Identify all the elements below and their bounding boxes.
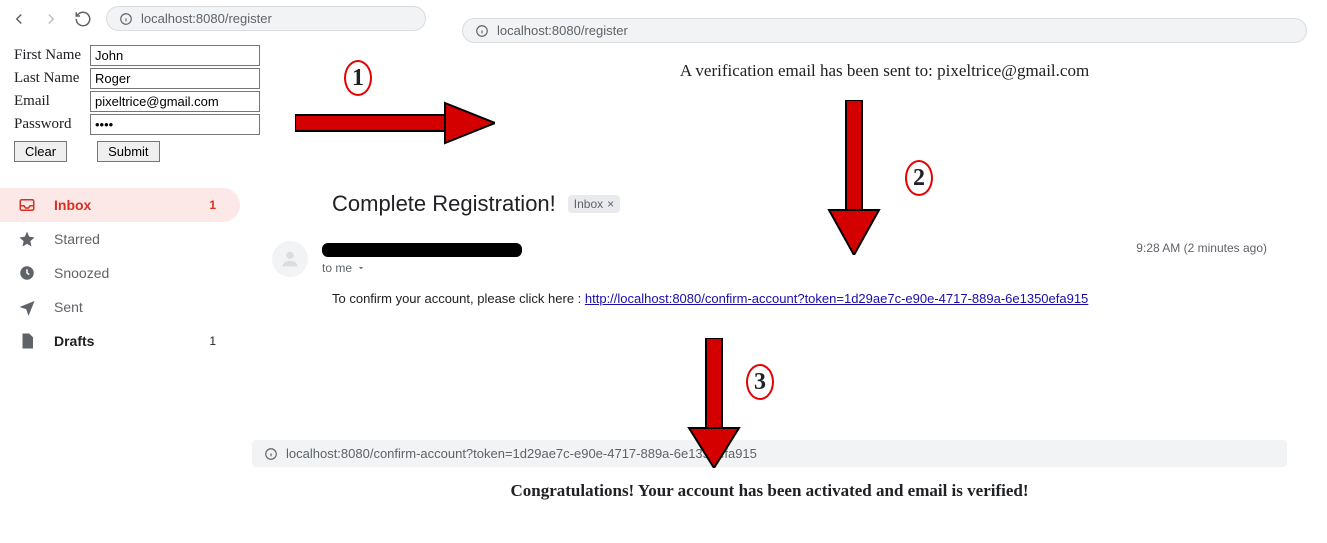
password-input[interactable] (90, 114, 260, 135)
first-name-label: First Name (14, 47, 90, 64)
last-name-input[interactable] (90, 68, 260, 89)
sidebar-item-label: Starred (54, 231, 100, 247)
star-icon (18, 230, 36, 248)
sidebar-item-label: Sent (54, 299, 83, 315)
clock-icon (18, 264, 36, 282)
drafts-count: 1 (209, 334, 216, 348)
forward-button[interactable] (42, 10, 60, 28)
sidebar-item-sent[interactable]: Sent (0, 290, 240, 324)
chevron-down-icon[interactable] (356, 263, 366, 273)
sidebar-item-label: Snoozed (54, 265, 109, 281)
url-bar-right[interactable]: localhost:8080/register (462, 18, 1307, 43)
info-icon (475, 24, 489, 38)
close-icon[interactable]: × (607, 197, 614, 211)
timestamp: 9:28 AM (2 minutes ago) (1136, 241, 1267, 255)
info-icon (119, 12, 133, 26)
email-subject: Complete Registration! (332, 191, 556, 217)
password-label: Password (14, 116, 90, 133)
email-body-text: To confirm your account, please click he… (332, 291, 1307, 306)
to-line: to me (322, 261, 352, 275)
sidebar-item-label: Inbox (54, 197, 91, 213)
sidebar-item-label: Drafts (54, 333, 94, 349)
url-text: localhost:8080/register (497, 23, 628, 38)
congrats-message: Congratulations! Your account has been a… (252, 481, 1287, 501)
clear-button[interactable]: Clear (14, 141, 67, 162)
send-icon (18, 298, 36, 316)
gmail-sidebar: Inbox 1 Starred Snoozed Sent Drafts (0, 188, 240, 358)
inbox-count: 1 (209, 198, 216, 212)
inbox-chip[interactable]: Inbox × (568, 195, 620, 213)
email-input[interactable] (90, 91, 260, 112)
submit-button[interactable]: Submit (97, 141, 159, 162)
info-icon (264, 447, 278, 461)
url-text: localhost:8080/register (141, 11, 272, 26)
refresh-icon (74, 10, 92, 28)
last-name-label: Last Name (14, 70, 90, 87)
inbox-icon (18, 196, 36, 214)
sidebar-item-starred[interactable]: Starred (0, 222, 240, 256)
verify-message: A verification email has been sent to: p… (462, 61, 1307, 81)
file-icon (18, 332, 36, 350)
sidebar-item-snoozed[interactable]: Snoozed (0, 256, 240, 290)
annotation-3: 3 (746, 364, 774, 400)
email-label: Email (14, 93, 90, 110)
url-bar-bottom[interactable]: localhost:8080/confirm-account?token=1d2… (252, 440, 1287, 467)
sender-redacted (322, 243, 522, 257)
arrow-left-icon (10, 10, 28, 28)
sidebar-item-drafts[interactable]: Drafts 1 (0, 324, 240, 358)
refresh-button[interactable] (74, 10, 92, 28)
url-text: localhost:8080/confirm-account?token=1d2… (286, 446, 757, 461)
confirm-link[interactable]: http://localhost:8080/confirm-account?to… (585, 291, 1088, 306)
avatar (272, 241, 308, 277)
arrow-right-icon (42, 10, 60, 28)
first-name-input[interactable] (90, 45, 260, 66)
register-form: First Name Last Name Email Password Clea… (0, 37, 460, 170)
person-icon (279, 248, 301, 270)
browser-toolbar: localhost:8080/register (0, 0, 460, 37)
sidebar-item-inbox[interactable]: Inbox 1 (0, 188, 240, 222)
back-button[interactable] (10, 10, 28, 28)
url-bar[interactable]: localhost:8080/register (106, 6, 426, 31)
